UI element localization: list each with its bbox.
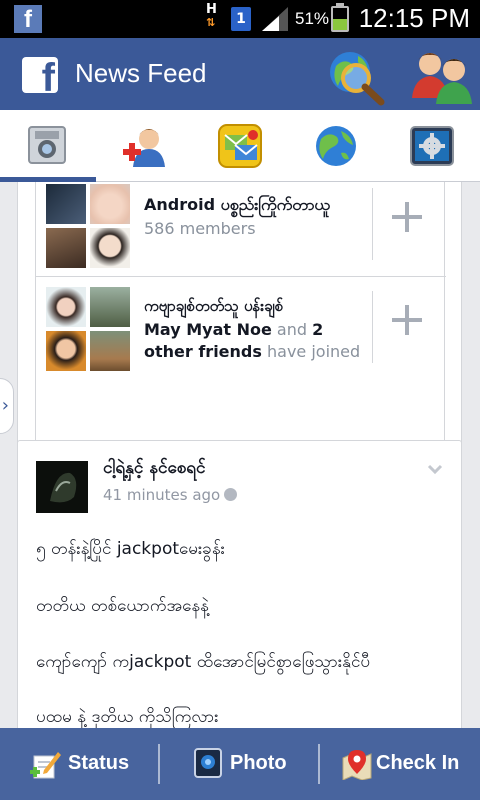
camera-icon xyxy=(28,126,66,164)
network-type-icon: H ⇅ xyxy=(206,3,217,29)
avatar-image xyxy=(36,461,88,513)
photo-label: Photo xyxy=(230,752,287,774)
signal-icon xyxy=(262,7,288,31)
status-label: Status xyxy=(68,752,130,774)
data-transfer-icon: ⇅ xyxy=(206,16,216,29)
post-text-line: တတိယ တစ်ယောက်အနေနဲ့ xyxy=(36,596,209,616)
avatar[interactable] xyxy=(36,461,88,513)
group-photos xyxy=(46,184,130,268)
member-photo xyxy=(46,331,86,371)
member-photo xyxy=(46,287,86,327)
group-name[interactable]: ကဗျာချစ်တတ်သူ ပန်းချစ် xyxy=(144,297,283,319)
divider xyxy=(372,188,373,260)
chevron-down-icon[interactable] xyxy=(427,461,443,477)
joined-text: have joined xyxy=(261,342,361,361)
app-header: f News Feed xyxy=(0,38,480,110)
tab-world[interactable] xyxy=(288,110,384,182)
tab-messages[interactable] xyxy=(192,110,288,182)
map-pin-icon xyxy=(342,750,372,780)
group-row[interactable]: Android ပစ္စည်းကြိုက်တာယူ 586 members xyxy=(36,182,446,275)
status-button[interactable]: Status xyxy=(0,728,158,800)
network-type-label: H xyxy=(206,2,217,17)
battery-percent: 51% xyxy=(295,9,330,28)
tab-friends[interactable] xyxy=(96,110,192,182)
group-row[interactable]: ကဗျာချစ်တတ်သူ ပန်းချစ် May Myat Noe and … xyxy=(36,276,446,378)
join-group-plus-icon[interactable] xyxy=(392,202,422,232)
news-feed: Android ပစ္စည်းကြိုက်တာယူ 586 members ကဗ… xyxy=(0,182,480,728)
group-photos xyxy=(46,287,130,371)
post-text-line: ပထမ နဲ့ ဒုတိယ ကိုသိကြလား xyxy=(36,707,219,727)
tab-photos[interactable] xyxy=(0,110,96,182)
tab-strip xyxy=(0,110,480,182)
divider xyxy=(372,291,373,363)
facebook-notification-icon: f xyxy=(14,5,42,33)
group-member-count: 586 members xyxy=(144,219,256,238)
settings-icon xyxy=(410,126,454,166)
pencil-icon xyxy=(30,752,61,779)
logo-letter: f xyxy=(41,57,55,93)
composer-action-bar: Status Photo Check In xyxy=(0,728,480,800)
globe-search-icon[interactable] xyxy=(326,48,386,106)
battery-icon xyxy=(331,3,349,32)
post-timestamp[interactable]: 41 minutes ago xyxy=(103,486,238,504)
photo-icon xyxy=(194,748,222,778)
friends-joined-text: May Myat Noe and 2 other friends have jo… xyxy=(144,319,369,363)
post-text-line: ၅ တန်းနဲ့ပြိုင် jackpotမေးခွန်း xyxy=(36,539,225,559)
sim-icon: 1 xyxy=(231,7,251,31)
post-author[interactable]: ငါ့ရဲ့နှင့် နင်စေရင် xyxy=(103,457,205,482)
side-drawer-chevron-icon[interactable]: › xyxy=(0,378,14,434)
tab-settings[interactable] xyxy=(384,110,480,182)
facebook-logo-icon[interactable]: f xyxy=(22,57,58,93)
status-bar: f H ⇅ 1 51% 12:15 PM xyxy=(0,0,480,38)
globe-icon xyxy=(316,126,356,166)
post-text-line: ကျော်ကျော် ကjackpot ထိအောင်မြင်စွာဖြေသွာ… xyxy=(36,652,371,672)
member-photo xyxy=(46,184,86,224)
globe-icon xyxy=(224,488,238,501)
check-in-button[interactable]: Check In xyxy=(320,728,480,800)
add-friend-icon xyxy=(123,129,165,167)
friend-name[interactable]: May Myat Noe xyxy=(144,320,272,339)
group-name[interactable]: Android ပစ္စည်းကြိုက်တာယူ xyxy=(144,194,330,218)
member-photo xyxy=(90,331,130,371)
post-card: ငါ့ရဲ့နှင့် နင်စေရင် 41 minutes ago ၅ တန… xyxy=(17,440,462,728)
page-title: News Feed xyxy=(75,58,207,88)
photo-button[interactable]: Photo xyxy=(160,728,318,800)
and-text: and xyxy=(271,320,313,339)
join-group-plus-icon[interactable] xyxy=(392,305,422,335)
clock: 12:15 PM xyxy=(358,3,470,33)
battery-fill xyxy=(333,18,347,30)
member-photo xyxy=(90,184,130,224)
member-photo xyxy=(90,287,130,327)
messages-icon xyxy=(218,124,262,168)
check-in-label: Check In xyxy=(376,752,460,774)
friend-requests-icon[interactable] xyxy=(408,46,476,106)
member-photo xyxy=(90,228,130,268)
member-photo xyxy=(46,228,86,268)
post-time-text: 41 minutes ago xyxy=(103,486,221,504)
